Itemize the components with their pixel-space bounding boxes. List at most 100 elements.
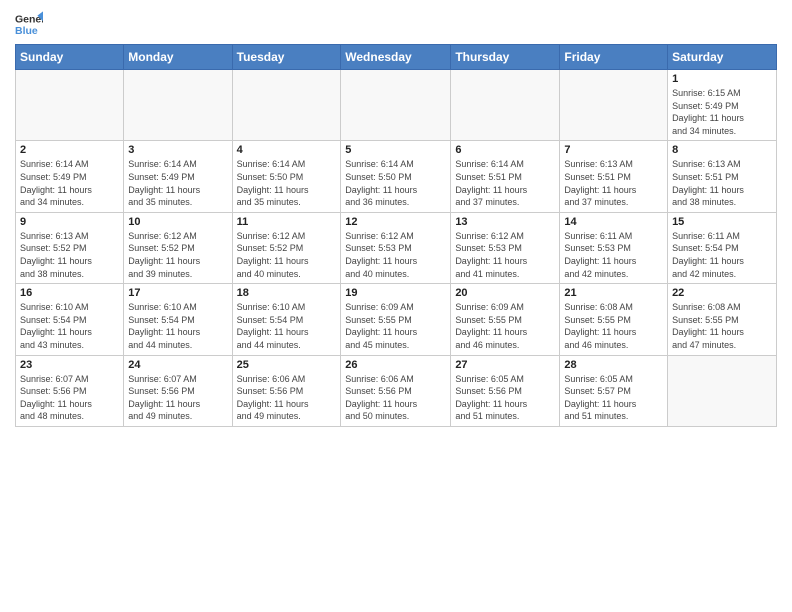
day-number: 20 [455,287,555,299]
calendar-day-cell: 5 Sunrise: 6:14 AM Sunset: 5:50 PM Daylig… [341,141,451,212]
calendar-day-cell [341,70,451,141]
day-number: 25 [237,359,337,371]
generalblue-logo-icon: General Blue [15,10,43,38]
day-number: 18 [237,287,337,299]
day-number: 28 [564,359,663,371]
day-info: Sunrise: 6:14 AM Sunset: 5:51 PM Dayligh… [455,158,555,208]
calendar-day-cell: 13 Sunrise: 6:12 AM Sunset: 5:53 PM Dayli… [451,212,560,283]
weekday-header-sunday: Sunday [16,45,124,70]
day-number: 7 [564,144,663,156]
weekday-header-saturday: Saturday [668,45,777,70]
day-info: Sunrise: 6:12 AM Sunset: 5:52 PM Dayligh… [128,230,227,280]
calendar-day-cell: 22 Sunrise: 6:08 AM Sunset: 5:55 PM Dayli… [668,284,777,355]
calendar-day-cell: 4Sunrise: 6:14 AM Sunset: 5:50 PM Daylig… [232,141,341,212]
calendar-day-cell: 20 Sunrise: 6:09 AM Sunset: 5:55 PM Dayli… [451,284,560,355]
svg-text:Blue: Blue [15,25,38,37]
day-number: 15 [672,216,772,228]
calendar-week-row: 16 Sunrise: 6:10 AM Sunset: 5:54 PM Dayli… [16,284,777,355]
day-number: 10 [128,216,227,228]
day-info: Sunrise: 6:09 AM Sunset: 5:55 PM Dayligh… [345,301,446,351]
day-info: Sunrise: 6:10 AM Sunset: 5:54 PM Dayligh… [237,301,337,351]
day-info: Sunrise: 6:07 AM Sunset: 5:56 PM Dayligh… [20,373,119,423]
calendar-day-cell [16,70,124,141]
calendar-day-cell: 11 Sunrise: 6:12 AM Sunset: 5:52 PM Dayli… [232,212,341,283]
day-info: Sunrise: 6:11 AM Sunset: 5:53 PM Dayligh… [564,230,663,280]
calendar-day-cell: 27 Sunrise: 6:05 AM Sunset: 5:56 PM Dayli… [451,355,560,426]
day-info: Sunrise: 6:09 AM Sunset: 5:55 PM Dayligh… [455,301,555,351]
day-info: Sunrise: 6:06 AM Sunset: 5:56 PM Dayligh… [345,373,446,423]
header: General Blue [15,10,777,38]
day-info: Sunrise: 6:12 AM Sunset: 5:52 PM Dayligh… [237,230,337,280]
day-info: Sunrise: 6:15 AM Sunset: 5:49 PM Dayligh… [672,87,772,137]
day-number: 22 [672,287,772,299]
day-info: Sunrise: 6:14 AM Sunset: 5:50 PM Dayligh… [345,158,446,208]
calendar-day-cell [232,70,341,141]
day-info: Sunrise: 6:08 AM Sunset: 5:55 PM Dayligh… [564,301,663,351]
calendar-week-row: 2 Sunrise: 6:14 AM Sunset: 5:49 PM Daylig… [16,141,777,212]
day-number: 2 [20,144,119,156]
day-info: Sunrise: 6:14 AM Sunset: 5:49 PM Dayligh… [128,158,227,208]
day-info: Sunrise: 6:10 AM Sunset: 5:54 PM Dayligh… [128,301,227,351]
day-number: 19 [345,287,446,299]
calendar-day-cell: 16Sunrise: 6:10 AM Sunset: 5:54 PM Dayli… [16,284,124,355]
calendar-day-cell: 19 Sunrise: 6:09 AM Sunset: 5:55 PM Dayli… [341,284,451,355]
day-info: Sunrise: 6:05 AM Sunset: 5:57 PM Dayligh… [564,373,663,423]
day-number: 21 [564,287,663,299]
calendar-day-cell: 23 Sunrise: 6:07 AM Sunset: 5:56 PM Dayli… [16,355,124,426]
calendar-day-cell: 18 Sunrise: 6:10 AM Sunset: 5:54 PM Dayli… [232,284,341,355]
calendar-day-cell [668,355,777,426]
calendar-day-cell: 8 Sunrise: 6:13 AM Sunset: 5:51 PM Daylig… [668,141,777,212]
calendar-day-cell [451,70,560,141]
day-info: Sunrise: 6:05 AM Sunset: 5:56 PM Dayligh… [455,373,555,423]
calendar-day-cell [124,70,232,141]
calendar-day-cell: 21 Sunrise: 6:08 AM Sunset: 5:55 PM Dayli… [560,284,668,355]
calendar-day-cell: 1 Sunrise: 6:15 AM Sunset: 5:49 PM Daylig… [668,70,777,141]
day-number: 12 [345,216,446,228]
weekday-header-wednesday: Wednesday [341,45,451,70]
weekday-header-friday: Friday [560,45,668,70]
weekday-header-tuesday: Tuesday [232,45,341,70]
calendar-table: SundayMondayTuesdayWednesdayThursdayFrid… [15,44,777,427]
day-info: Sunrise: 6:07 AM Sunset: 5:56 PM Dayligh… [128,373,227,423]
day-number: 4 [237,144,337,156]
day-number: 26 [345,359,446,371]
day-info: Sunrise: 6:11 AM Sunset: 5:54 PM Dayligh… [672,230,772,280]
day-number: 11 [237,216,337,228]
day-number: 24 [128,359,227,371]
calendar-day-cell: 25Sunrise: 6:06 AM Sunset: 5:56 PM Dayli… [232,355,341,426]
day-number: 3 [128,144,227,156]
day-info: Sunrise: 6:12 AM Sunset: 5:53 PM Dayligh… [345,230,446,280]
day-number: 9 [20,216,119,228]
day-number: 6 [455,144,555,156]
day-number: 14 [564,216,663,228]
logo: General Blue [15,10,43,38]
day-info: Sunrise: 6:13 AM Sunset: 5:51 PM Dayligh… [564,158,663,208]
calendar-day-cell: 15 Sunrise: 6:11 AM Sunset: 5:54 PM Dayli… [668,212,777,283]
day-info: Sunrise: 6:14 AM Sunset: 5:49 PM Dayligh… [20,158,119,208]
day-info: Sunrise: 6:12 AM Sunset: 5:53 PM Dayligh… [455,230,555,280]
calendar-day-cell: 24 Sunrise: 6:07 AM Sunset: 5:56 PM Dayli… [124,355,232,426]
weekday-header-row: SundayMondayTuesdayWednesdayThursdayFrid… [16,45,777,70]
calendar-day-cell: 3 Sunrise: 6:14 AM Sunset: 5:49 PM Daylig… [124,141,232,212]
day-number: 13 [455,216,555,228]
calendar-day-cell: 6 Sunrise: 6:14 AM Sunset: 5:51 PM Daylig… [451,141,560,212]
calendar-day-cell: 28 Sunrise: 6:05 AM Sunset: 5:57 PM Dayli… [560,355,668,426]
calendar-day-cell: 7 Sunrise: 6:13 AM Sunset: 5:51 PM Daylig… [560,141,668,212]
calendar-day-cell: 14 Sunrise: 6:11 AM Sunset: 5:53 PM Dayli… [560,212,668,283]
calendar-day-cell: 10 Sunrise: 6:12 AM Sunset: 5:52 PM Dayli… [124,212,232,283]
day-number: 27 [455,359,555,371]
calendar-week-row: 1 Sunrise: 6:15 AM Sunset: 5:49 PM Daylig… [16,70,777,141]
calendar-day-cell: 17 Sunrise: 6:10 AM Sunset: 5:54 PM Dayli… [124,284,232,355]
weekday-header-thursday: Thursday [451,45,560,70]
calendar-day-cell [560,70,668,141]
calendar-day-cell: 12 Sunrise: 6:12 AM Sunset: 5:53 PM Dayli… [341,212,451,283]
day-number: 5 [345,144,446,156]
day-info: Sunrise: 6:08 AM Sunset: 5:55 PM Dayligh… [672,301,772,351]
day-number: 1 [672,73,772,85]
day-number: 23 [20,359,119,371]
day-number: 8 [672,144,772,156]
day-info: Sunrise: 6:13 AM Sunset: 5:51 PM Dayligh… [672,158,772,208]
day-number: 17 [128,287,227,299]
day-number: 16 [20,287,119,299]
weekday-header-monday: Monday [124,45,232,70]
